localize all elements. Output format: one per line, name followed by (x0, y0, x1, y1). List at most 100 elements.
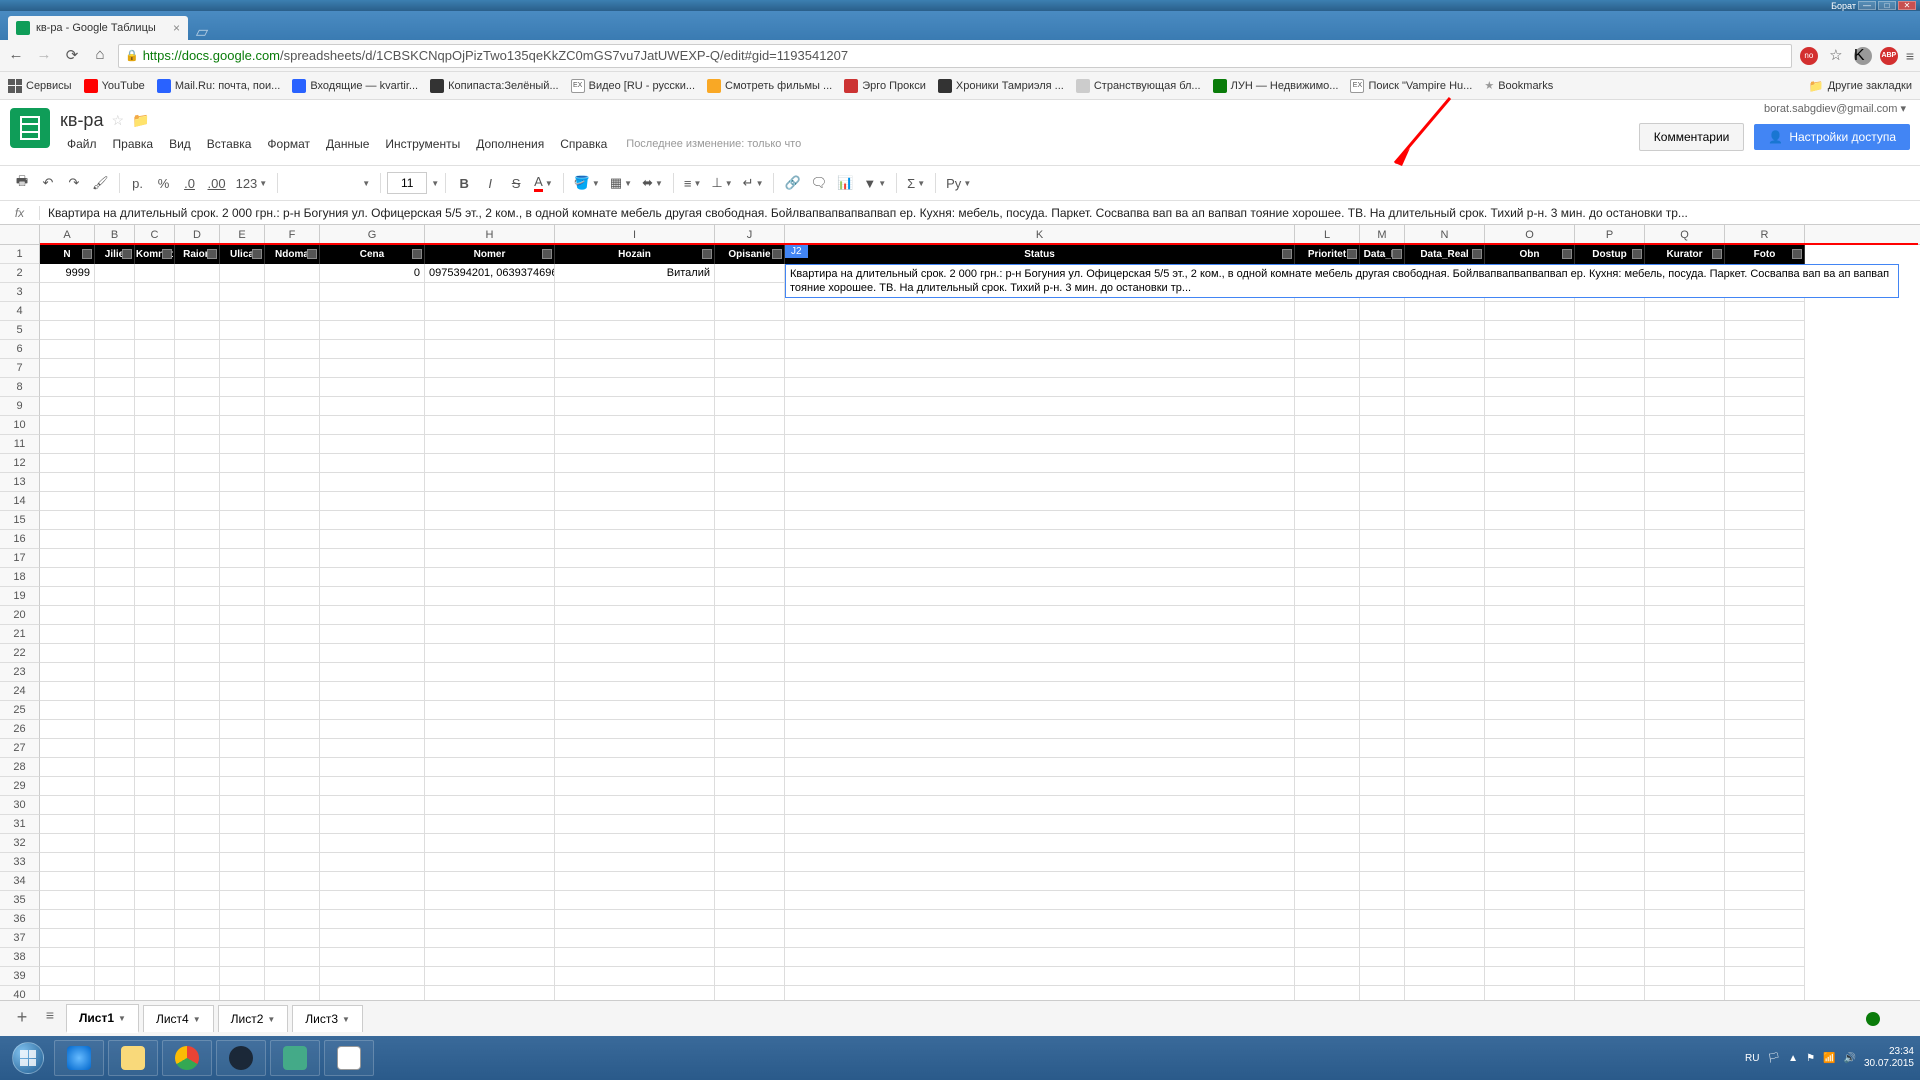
table-cell[interactable] (1575, 834, 1645, 853)
table-cell[interactable] (320, 454, 425, 473)
table-cell[interactable] (95, 910, 135, 929)
table-cell[interactable] (40, 625, 95, 644)
table-cell[interactable] (320, 853, 425, 872)
table-cell[interactable] (40, 378, 95, 397)
table-cell[interactable] (555, 359, 715, 378)
table-cell[interactable]: Виталий (555, 264, 715, 283)
table-cell[interactable] (715, 340, 785, 359)
table-cell[interactable] (1575, 549, 1645, 568)
table-cell[interactable] (135, 530, 175, 549)
table-cell[interactable] (95, 777, 135, 796)
table-cell[interactable] (1295, 321, 1360, 340)
table-cell[interactable] (1645, 511, 1725, 530)
table-cell[interactable] (1575, 967, 1645, 986)
table-cell[interactable] (175, 758, 220, 777)
table-cell[interactable] (1645, 891, 1725, 910)
table-cell[interactable] (1405, 568, 1485, 587)
table-cell[interactable] (1295, 910, 1360, 929)
table-cell[interactable] (135, 815, 175, 834)
table-cell[interactable] (220, 416, 265, 435)
url-input[interactable]: 🔒 https://docs.google.com/spreadsheets/d… (118, 44, 1792, 68)
table-cell[interactable] (1405, 853, 1485, 872)
table-cell[interactable] (555, 967, 715, 986)
table-cell[interactable] (320, 359, 425, 378)
table-cell[interactable] (785, 378, 1295, 397)
table-cell[interactable] (715, 378, 785, 397)
table-cell[interactable] (40, 948, 95, 967)
table-cell[interactable] (265, 796, 320, 815)
table-cell[interactable] (555, 929, 715, 948)
table-cell[interactable] (1485, 872, 1575, 891)
table-cell[interactable] (1295, 796, 1360, 815)
table-cell[interactable] (1485, 473, 1575, 492)
table-cell[interactable] (785, 701, 1295, 720)
table-cell[interactable] (1295, 815, 1360, 834)
start-button[interactable] (6, 1040, 50, 1076)
table-cell[interactable] (715, 910, 785, 929)
table-cell[interactable]: 9999 (40, 264, 95, 283)
table-cell[interactable] (555, 872, 715, 891)
menu-file[interactable]: Файл (60, 133, 104, 155)
table-cell[interactable] (555, 530, 715, 549)
row-header[interactable]: 33 (0, 853, 40, 872)
table-cell[interactable] (1295, 549, 1360, 568)
table-cell[interactable] (1645, 473, 1725, 492)
table-cell[interactable] (1360, 568, 1405, 587)
bold-button[interactable]: B (452, 171, 476, 195)
table-cell[interactable] (95, 454, 135, 473)
table-cell[interactable] (175, 986, 220, 1000)
table-cell[interactable] (1360, 492, 1405, 511)
table-cell[interactable] (265, 492, 320, 511)
table-cell[interactable] (1725, 701, 1805, 720)
table-cell[interactable] (1725, 872, 1805, 891)
table-cell[interactable] (175, 283, 220, 302)
tab-close-icon[interactable]: × (173, 21, 180, 35)
taskbar-app[interactable] (270, 1040, 320, 1076)
table-cell[interactable] (1405, 967, 1485, 986)
table-cell[interactable] (175, 720, 220, 739)
table-cell[interactable] (425, 416, 555, 435)
table-cell[interactable] (785, 359, 1295, 378)
merge-button[interactable]: ⬌▼ (638, 171, 667, 195)
filter-icon[interactable] (1347, 249, 1357, 259)
table-cell[interactable] (135, 891, 175, 910)
table-cell[interactable] (1575, 397, 1645, 416)
table-cell[interactable] (320, 378, 425, 397)
table-cell[interactable] (1360, 834, 1405, 853)
table-cell[interactable] (1485, 606, 1575, 625)
row-header[interactable]: 2 (0, 264, 40, 283)
table-cell[interactable] (265, 910, 320, 929)
table-cell[interactable] (265, 701, 320, 720)
table-cell[interactable] (1405, 511, 1485, 530)
table-cell[interactable] (1725, 397, 1805, 416)
table-cell[interactable] (1405, 416, 1485, 435)
table-cell[interactable] (1360, 606, 1405, 625)
menu-help[interactable]: Справка (553, 133, 614, 155)
table-cell[interactable] (95, 872, 135, 891)
table-cell[interactable] (220, 435, 265, 454)
filter-icon[interactable] (82, 249, 92, 259)
table-cell[interactable] (715, 302, 785, 321)
table-cell[interactable] (1360, 796, 1405, 815)
table-cell[interactable] (95, 606, 135, 625)
table-cell[interactable] (135, 872, 175, 891)
table-cell[interactable] (425, 340, 555, 359)
table-cell[interactable] (1645, 530, 1725, 549)
table-cell[interactable] (715, 625, 785, 644)
table-cell[interactable] (555, 473, 715, 492)
table-cell[interactable] (425, 929, 555, 948)
table-cell[interactable] (715, 948, 785, 967)
table-cell[interactable] (220, 397, 265, 416)
table-cell[interactable] (320, 644, 425, 663)
table-cell[interactable] (265, 682, 320, 701)
table-cell[interactable] (425, 853, 555, 872)
table-cell[interactable] (1405, 606, 1485, 625)
table-cell[interactable] (320, 967, 425, 986)
menu-edit[interactable]: Правка (106, 133, 161, 155)
column-header[interactable]: C (135, 225, 175, 245)
table-cell[interactable] (785, 530, 1295, 549)
table-cell[interactable] (555, 986, 715, 1000)
column-header[interactable]: F (265, 225, 320, 245)
table-cell[interactable] (555, 758, 715, 777)
table-cell[interactable] (320, 435, 425, 454)
